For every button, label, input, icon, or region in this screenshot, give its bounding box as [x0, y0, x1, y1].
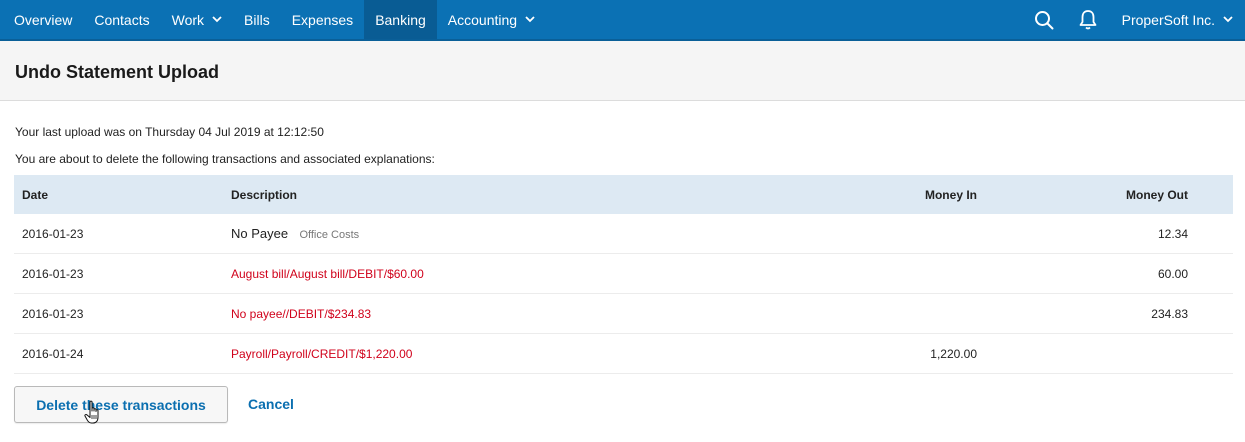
table-row: 2016-01-24 Payroll/Payroll/CREDIT/$1,220… — [14, 334, 1233, 374]
warning-text: You are about to delete the following tr… — [15, 152, 435, 166]
hand-pointer-icon — [84, 400, 104, 431]
cell-date: 2016-01-23 — [22, 306, 84, 321]
category-text: Office Costs — [299, 229, 360, 241]
header-description: Description — [231, 187, 298, 202]
nav-work-label: Work — [171, 11, 205, 28]
nav-overview[interactable]: Overview — [0, 0, 83, 39]
cell-money-out: 12.34 — [1157, 226, 1188, 241]
nav-right: ProperSoft Inc. — [1022, 0, 1245, 39]
top-nav: Overview Contacts Work Bills Expenses Ba… — [0, 0, 1245, 39]
cell-description: Payroll/Payroll/CREDIT/$1,220.00 — [231, 347, 791, 361]
cell-date: 2016-01-24 — [22, 346, 84, 361]
cell-money-out: 60.00 — [1157, 266, 1188, 281]
last-upload-text: Your last upload was on Thursday 04 Jul … — [15, 125, 324, 139]
delete-transactions-button[interactable]: Delete these transactions — [14, 386, 228, 423]
nav-accounting[interactable]: Accounting — [437, 0, 546, 39]
cell-money-out: 234.83 — [1151, 306, 1188, 321]
table-row: 2016-01-23 No payee//DEBIT/$234.83 234.8… — [14, 294, 1233, 334]
transaction-link[interactable]: No payee//DEBIT/$234.83 — [231, 307, 371, 321]
header-money-in: Money In — [924, 187, 977, 202]
payee-text: No Payee — [231, 226, 289, 241]
nav-expenses[interactable]: Expenses — [281, 0, 364, 39]
nav-accounting-label: Accounting — [447, 11, 518, 28]
account-menu[interactable]: ProperSoft Inc. — [1110, 0, 1245, 39]
page-title: Undo Statement Upload — [15, 62, 220, 82]
chevron-down-icon — [1223, 16, 1233, 23]
nav-work[interactable]: Work — [161, 0, 233, 39]
search-icon[interactable] — [1022, 0, 1066, 39]
nav-banking[interactable]: Banking — [364, 0, 437, 39]
table-row: 2016-01-23 No Payee Office Costs 12.34 — [14, 214, 1233, 254]
nav-bills[interactable]: Bills — [233, 0, 281, 39]
account-name: ProperSoft Inc. — [1121, 11, 1215, 28]
transactions-table: Date Description Money In Money Out 2016… — [14, 175, 1233, 374]
page-header: Undo Statement Upload — [0, 39, 1245, 101]
chevron-down-icon — [212, 16, 222, 23]
bell-icon[interactable] — [1066, 0, 1110, 39]
table-row: 2016-01-23 August bill/August bill/DEBIT… — [14, 254, 1233, 294]
table-header: Date Description Money In Money Out — [14, 175, 1233, 214]
chevron-down-icon — [525, 16, 535, 23]
cell-description: No Payee Office Costs — [231, 226, 791, 241]
cell-date: 2016-01-23 — [22, 226, 84, 241]
transaction-link[interactable]: Payroll/Payroll/CREDIT/$1,220.00 — [231, 347, 412, 361]
cell-date: 2016-01-23 — [22, 266, 84, 281]
header-money-out: Money Out — [1126, 187, 1188, 202]
cell-description: August bill/August bill/DEBIT/$60.00 — [231, 267, 791, 281]
transaction-link[interactable]: August bill/August bill/DEBIT/$60.00 — [231, 267, 424, 281]
nav-contacts[interactable]: Contacts — [83, 0, 160, 39]
header-date: Date — [22, 187, 49, 202]
cancel-link[interactable]: Cancel — [248, 396, 294, 412]
cell-money-in: 1,220.00 — [930, 346, 977, 361]
cell-description: No payee//DEBIT/$234.83 — [231, 307, 791, 321]
